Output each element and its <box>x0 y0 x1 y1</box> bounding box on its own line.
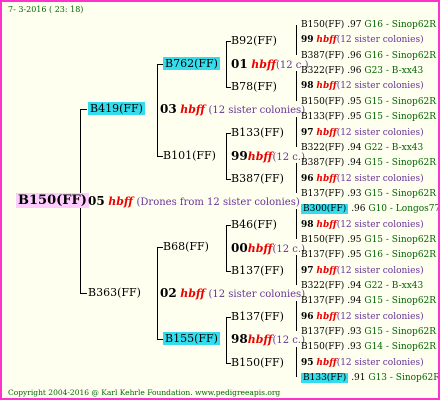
leaf-queen[interactable]: B300(FF) .96 G10 - Longos77R <box>301 203 438 215</box>
leaf-mating: 98 hbff(12 sister colonies) <box>301 81 424 92</box>
leaf-queen[interactable]: B322(FF) .94 G22 - B-xx43 <box>301 280 423 292</box>
gg-node[interactable]: B133(FF) <box>231 126 284 140</box>
leaf-mating: 97 hbff(12 sister colonies) <box>301 127 424 138</box>
leaf-queen[interactable]: B150(FF) .95 G15 - Sinop62R <box>301 234 436 246</box>
gg-mating: 99hbff(12 c.) <box>231 149 305 163</box>
root-name: B150(FF) <box>16 193 89 208</box>
leaf-mating: 96 hbff(12 sister colonies) <box>301 311 424 322</box>
parent-2-mating: 02 hbff (12 sister colonies) <box>160 286 306 300</box>
leaf-queen[interactable]: B137(FF) .94 G15 - Sinop62R <box>301 295 436 307</box>
parent-1[interactable]: B419(FF) <box>88 102 145 116</box>
gg-mating: 00hbff(12 c.) <box>231 241 305 255</box>
leaf-queen[interactable]: B150(FF) .97 G16 - Sinop62R <box>301 19 436 31</box>
grandparent-4-mating: 98hbff(12 c.) <box>231 332 305 346</box>
grandparent-1[interactable]: B762(FF) <box>163 57 220 71</box>
leaf-mating: 99 hbff(12 sister colonies) <box>301 35 424 46</box>
leaf-mating: 98 hbff(12 sister colonies) <box>301 219 424 230</box>
leaf-mating: 96 hbff(12 sister colonies) <box>301 173 424 184</box>
gg-node[interactable]: B387(FF) <box>231 172 284 186</box>
leaf-queen[interactable]: B387(FF) .94 G15 - Sinop62R <box>301 157 436 169</box>
gg-node[interactable]: B92(FF) <box>231 34 277 48</box>
gg-node[interactable]: B137(FF) <box>231 310 284 324</box>
leaf-queen[interactable]: B322(FF) .96 G23 - B-xx43 <box>301 65 423 77</box>
copyright: Copyright 2004-2016 @ Karl Kehrle Founda… <box>8 388 281 397</box>
leaf-queen[interactable]: B150(FF) .93 G14 - Sinop62R <box>301 341 436 353</box>
grandparent-1-mating: 01 hbff(12 c.) <box>231 57 309 71</box>
leaf-queen[interactable]: B133(FF) .91 G13 - Sinop62R <box>301 372 438 384</box>
leaf-queen[interactable]: B322(FF) .94 G22 - B-xx43 <box>301 142 423 154</box>
grandparent-3[interactable]: B68(FF) <box>163 240 209 254</box>
gg-node[interactable]: B137(FF) <box>231 264 284 278</box>
leaf-queen[interactable]: B137(FF) .95 G16 - Sinop62R <box>301 249 436 261</box>
gg-node[interactable]: B46(FF) <box>231 218 277 232</box>
leaf-mating: 97 hbff(12 sister colonies) <box>301 265 424 276</box>
timestamp: 7- 3-2016 ( 23: 18) <box>8 5 84 14</box>
root-mating: 05 hbff (Drones from 12 sister colonies) <box>88 194 300 208</box>
parent-1-mating: 03 hbff (12 sister colonies) <box>160 102 306 116</box>
pedigree-frame: 7- 3-2016 ( 23: 18) B150(FF) 05 hbff (Dr… <box>0 0 440 400</box>
leaf-queen[interactable]: B137(FF) .93 G15 - Sinop62R <box>301 326 436 338</box>
leaf-mating: 95 hbff(12 sister colonies) <box>301 357 424 368</box>
leaf-queen[interactable]: B387(FF) .96 G16 - Sinop62R <box>301 50 436 62</box>
gg-node[interactable]: B78(FF) <box>231 80 277 94</box>
parent-2[interactable]: B363(FF) <box>88 286 141 300</box>
leaf-queen[interactable]: B137(FF) .93 G15 - Sinop62R <box>301 188 436 200</box>
grandparent-2[interactable]: B101(FF) <box>163 149 216 163</box>
root-node[interactable]: B150(FF) <box>16 193 89 209</box>
grandparent-4[interactable]: B155(FF) <box>163 332 220 346</box>
leaf-queen[interactable]: B133(FF) .95 G15 - Sinop62R <box>301 111 436 123</box>
gg-node[interactable]: B150(FF) <box>231 356 284 370</box>
leaf-queen[interactable]: B150(FF) .95 G15 - Sinop62R <box>301 96 436 108</box>
